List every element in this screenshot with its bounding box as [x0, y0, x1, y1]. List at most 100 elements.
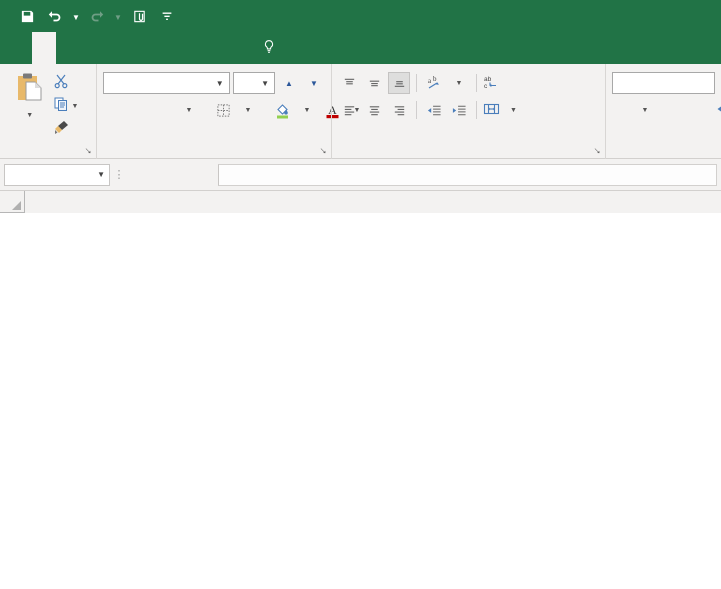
lightbulb-icon	[262, 39, 276, 58]
undo-icon[interactable]	[42, 3, 68, 29]
svg-text:a: a	[428, 77, 432, 85]
cut-button[interactable]	[53, 73, 90, 93]
tab-review[interactable]	[152, 32, 176, 64]
alignment-group-label	[338, 141, 599, 159]
formula-bar: ▼ ⋮	[0, 159, 721, 191]
svg-text:ab: ab	[484, 76, 492, 83]
wrap-text-icon: ab c	[483, 74, 500, 93]
tab-file[interactable]	[0, 32, 32, 64]
save-icon[interactable]	[14, 3, 40, 29]
tab-help[interactable]	[224, 32, 248, 64]
undo-dropdown-icon[interactable]: ▼	[70, 3, 82, 29]
divider	[416, 101, 417, 119]
orientation-button[interactable]: ab	[423, 72, 445, 94]
chevron-down-icon: ▼	[97, 170, 105, 179]
formula-input[interactable]	[218, 163, 717, 186]
font-name-combo[interactable]: ▼	[103, 72, 230, 94]
merge-center-icon	[483, 101, 500, 120]
ribbon-body: ▼ ▼ ⭨ ▼ ▼ ▲ ▼ ▼ ▼ ▼ A ▼ ⭨ a b ▼ ab c ▼ ⭨…	[0, 64, 721, 159]
align-center-button[interactable]	[363, 99, 385, 121]
bold-button[interactable]	[103, 99, 125, 121]
comma-style-button[interactable]	[681, 99, 701, 121]
paste-icon	[13, 71, 47, 110]
paste-button[interactable]: ▼	[6, 68, 53, 119]
cancel-entry-button[interactable]	[128, 164, 156, 186]
align-top-button[interactable]	[338, 72, 360, 94]
align-right-button[interactable]	[388, 99, 410, 121]
tab-insert[interactable]	[56, 32, 80, 64]
ribbon-group-font: ▼ ▼ ▲ ▼ ▼ ▼ ▼ A ▼ ⭨	[96, 64, 360, 159]
tab-page-layout[interactable]	[80, 32, 104, 64]
fill-color-button[interactable]	[271, 99, 293, 121]
row-headers	[0, 213, 25, 589]
accounting-format-button[interactable]	[612, 99, 632, 121]
paste-dropdown-icon[interactable]: ▼	[26, 112, 33, 119]
tab-home[interactable]	[32, 32, 56, 64]
increase-font-size-button[interactable]: ▲	[278, 72, 300, 94]
scissors-icon	[53, 73, 69, 94]
svg-text:c: c	[484, 83, 488, 90]
align-middle-button[interactable]	[363, 72, 385, 94]
underline-dropdown-icon[interactable]: ▼	[178, 99, 200, 121]
tab-data[interactable]	[128, 32, 152, 64]
ribbon-group-clipboard: ▼ ▼ ⭨	[0, 64, 96, 159]
divider	[416, 74, 417, 92]
borders-dropdown-icon[interactable]: ▼	[237, 99, 259, 121]
redo-dropdown-icon[interactable]: ▼	[112, 3, 124, 29]
column-headers	[0, 191, 721, 213]
increase-indent-button[interactable]	[448, 99, 470, 121]
number-format-combo[interactable]	[612, 72, 715, 94]
italic-button[interactable]	[128, 99, 150, 121]
orientation-dropdown-icon[interactable]: ▼	[448, 72, 470, 94]
ribbon-group-number: ▼ .0	[605, 64, 721, 159]
up-arrow-icon: ▲	[285, 78, 293, 88]
tab-formulas[interactable]	[104, 32, 128, 64]
quick-access-toolbar: ▼ ▼	[0, 0, 180, 32]
tab-view[interactable]	[176, 32, 200, 64]
borders-button[interactable]	[212, 99, 234, 121]
select-all-button[interactable]	[0, 191, 25, 213]
tell-me-search[interactable]	[248, 32, 283, 64]
tab-developer[interactable]	[200, 32, 224, 64]
align-bottom-button[interactable]	[388, 72, 410, 94]
font-size-combo[interactable]: ▼	[232, 72, 275, 94]
decrease-indent-button[interactable]	[423, 99, 445, 121]
touch-mode-icon[interactable]	[126, 3, 152, 29]
confirm-entry-button[interactable]	[156, 164, 184, 186]
underline-button[interactable]	[153, 99, 175, 121]
ribbon-group-alignment: ab ▼ ab c ▼ ⭨	[331, 64, 605, 159]
copy-button[interactable]: ▼	[53, 96, 90, 116]
worksheet-grid	[0, 191, 721, 589]
decrease-font-size-button[interactable]: ▼	[303, 72, 325, 94]
down-arrow-icon: ▼	[310, 78, 318, 88]
accounting-dropdown-icon[interactable]: ▼	[635, 99, 655, 121]
increase-decimal-button[interactable]: .0	[713, 99, 721, 121]
clipboard-dialog-launcher[interactable]: ⭨	[82, 145, 94, 157]
name-box[interactable]: ▼	[4, 163, 110, 186]
formula-bar-separator: ⋮	[113, 169, 125, 181]
insert-function-button[interactable]	[184, 164, 212, 186]
fill-color-dropdown-icon[interactable]: ▼	[296, 99, 318, 121]
clipboard-group-label	[6, 141, 90, 159]
font-dialog-launcher[interactable]: ⭨	[317, 145, 329, 157]
ribbon-tab-strip	[0, 32, 721, 64]
font-group-label	[103, 141, 325, 159]
percent-style-button[interactable]	[658, 99, 678, 121]
svg-text:b: b	[433, 75, 437, 83]
copy-dropdown-icon[interactable]: ▼	[71, 103, 78, 110]
copy-icon	[53, 96, 69, 117]
format-painter-button[interactable]	[53, 119, 90, 139]
customize-quick-access-toolbar-icon[interactable]	[154, 3, 180, 29]
cell-area	[25, 213, 721, 589]
redo-icon[interactable]	[84, 3, 110, 29]
excel-window: ▼ ▼ ▼ ▼ ⭨ ▼ ▼ ▲ ▼ ▼ ▼ ▼ A ▼ ⭨ a b ▼ ab c…	[0, 0, 721, 589]
wrap-text-button[interactable]: ab c	[483, 72, 509, 94]
merge-and-center-button[interactable]: ▼	[483, 99, 521, 121]
chevron-down-icon: ▼	[261, 78, 269, 88]
grid-body	[0, 213, 721, 589]
divider	[476, 101, 477, 119]
align-left-button[interactable]	[338, 99, 360, 121]
merge-center-dropdown-icon[interactable]: ▼	[510, 107, 517, 114]
format-painter-icon	[53, 119, 70, 140]
alignment-dialog-launcher[interactable]: ⭨	[591, 145, 603, 157]
